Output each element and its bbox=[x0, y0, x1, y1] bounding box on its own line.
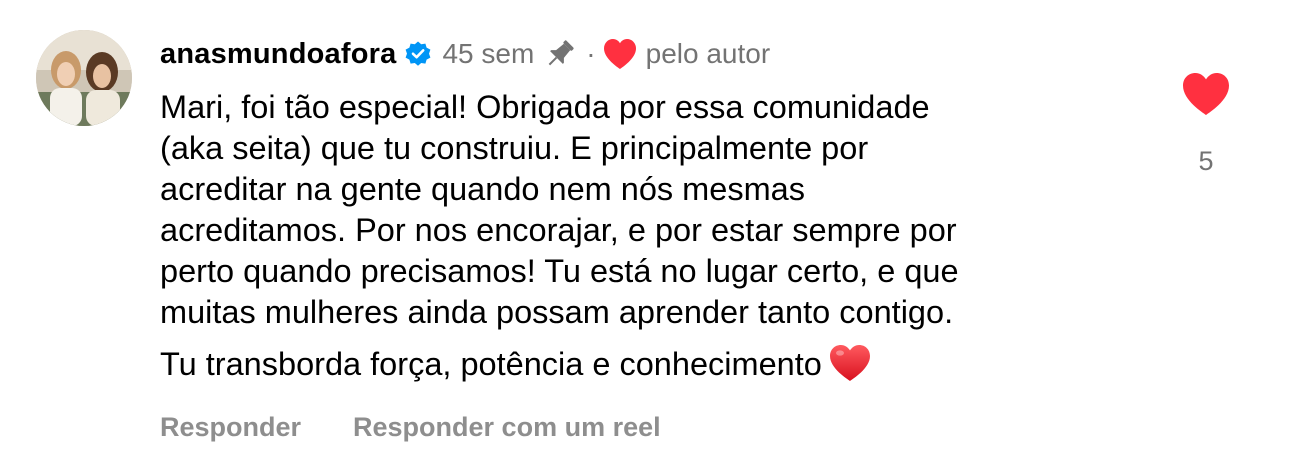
red-heart-emoji bbox=[828, 343, 872, 383]
comment-paragraph: Mari, foi tão especial! Obrigada por ess… bbox=[160, 89, 959, 330]
comment-actions: Responder Responder com um reel bbox=[160, 412, 661, 443]
like-button[interactable] bbox=[1180, 70, 1232, 118]
reply-button[interactable]: Responder bbox=[160, 412, 301, 443]
comment-body: Mari, foi tão especial! Obrigada por ess… bbox=[160, 87, 1160, 385]
heart-icon bbox=[1183, 73, 1229, 115]
comment-timestamp: 45 sem bbox=[442, 38, 535, 69]
username[interactable]: anasmundoafora bbox=[160, 38, 396, 71]
heart-icon bbox=[602, 37, 638, 71]
pin-icon bbox=[542, 36, 578, 72]
avatar[interactable] bbox=[36, 30, 132, 126]
verified-badge-icon bbox=[404, 40, 432, 68]
avatar-image bbox=[36, 30, 132, 126]
comment-header: anasmundoafora 45 sem · pelo autor bbox=[160, 34, 770, 74]
reply-with-reel-button[interactable]: Responder com um reel bbox=[353, 412, 661, 443]
comment-paragraph-last: Tu transborda força, potência e conhecim… bbox=[160, 343, 1160, 385]
comment-item: anasmundoafora 45 sem · pelo autor Mari,… bbox=[0, 0, 1290, 460]
liked-by-author-label: pelo autor bbox=[645, 38, 771, 69]
like-count: 5 bbox=[1198, 146, 1214, 176]
comment-paragraph-text: Tu transborda força, potência e conhecim… bbox=[160, 346, 822, 382]
separator-dot: · bbox=[586, 38, 596, 69]
